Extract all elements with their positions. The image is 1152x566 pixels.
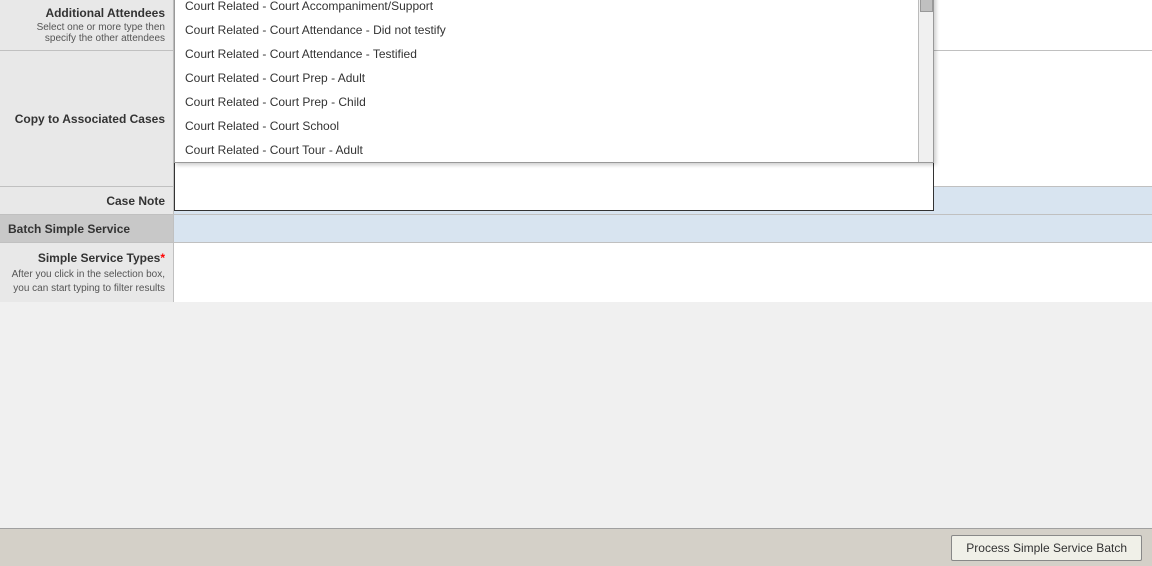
service-types-sublabel: After you click in the selection box, yo… xyxy=(8,268,165,296)
service-types-content xyxy=(174,243,1152,302)
additional-attendees-label: Additional Attendees Select one or more … xyxy=(0,0,174,50)
dropdown-item-5[interactable]: Court Related - Court Prep - Adult xyxy=(175,66,933,90)
dropdown-item-2[interactable]: Court Related - Court Accompaniment/Supp… xyxy=(175,0,933,18)
bottom-bar: Process Simple Service Batch xyxy=(0,528,1152,566)
dropdown-item-4[interactable]: Court Related - Court Attendance - Testi… xyxy=(175,42,933,66)
batch-content xyxy=(174,215,1152,242)
dropdown-list: Court Related - Case Testimony Prep Cour… xyxy=(175,0,933,162)
copy-label: Copy to Associated Cases xyxy=(0,51,174,186)
scrollbar-thumb[interactable] xyxy=(920,0,933,12)
dropdown-scrollbar[interactable] xyxy=(918,0,933,162)
copy-to-associated-cases-row: Copy to Associated Cases Court Related -… xyxy=(0,51,1152,187)
batch-label: Batch Simple Service xyxy=(0,215,174,242)
simple-service-types-label: Simple Service Types* After you click in… xyxy=(0,243,174,302)
required-asterisk: * xyxy=(160,251,165,265)
case-note-label: Case Note xyxy=(0,187,174,214)
dropdown-item-3[interactable]: Court Related - Court Attendance - Did n… xyxy=(175,18,933,42)
additional-attendees-sublabel: Select one or more type then specify the… xyxy=(8,22,165,44)
process-simple-service-batch-button[interactable]: Process Simple Service Batch xyxy=(951,535,1142,561)
batch-label-text: Batch Simple Service xyxy=(8,222,130,236)
copy-content: Court Related - Case Testimony Prep Cour… xyxy=(174,51,1152,186)
dropdown-item-8[interactable]: Court Related - Court Tour - Adult xyxy=(175,138,933,162)
main-container: Additional Attendees Select one or more … xyxy=(0,0,1152,566)
dropdown-item-7[interactable]: Court Related - Court School xyxy=(175,114,933,138)
dropdown-wrapper: Court Related - Case Testimony Prep Cour… xyxy=(174,51,934,211)
additional-attendees-title: Additional Attendees xyxy=(8,6,165,20)
case-note-label-text: Case Note xyxy=(106,194,165,208)
service-types-title: Simple Service Types* xyxy=(8,251,165,265)
dropdown-item-6[interactable]: Court Related - Court Prep - Child xyxy=(175,90,933,114)
simple-service-types-row: Simple Service Types* After you click in… xyxy=(0,243,1152,302)
service-type-dropdown[interactable]: Court Related - Case Testimony Prep Cour… xyxy=(174,0,934,163)
copy-label-text: Copy to Associated Cases xyxy=(15,112,165,126)
batch-simple-service-row: Batch Simple Service xyxy=(0,215,1152,243)
